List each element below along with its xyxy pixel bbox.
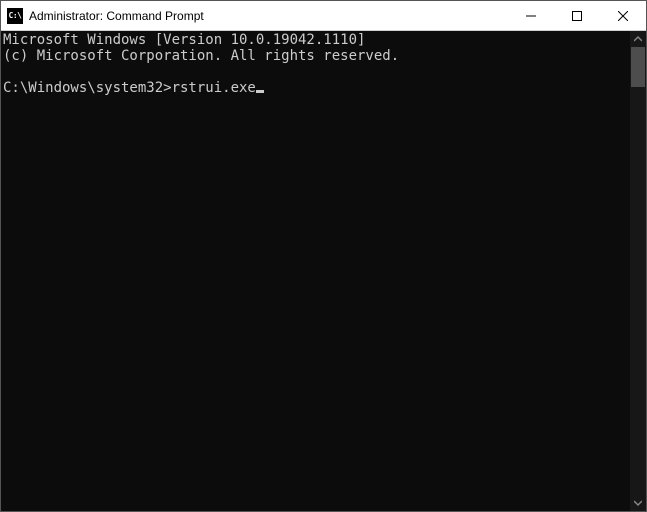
maximize-icon — [572, 11, 582, 21]
scroll-track[interactable] — [630, 47, 646, 495]
chevron-up-icon — [634, 35, 642, 43]
console-line-version: Microsoft Windows [Version 10.0.19042.11… — [3, 32, 365, 48]
command-prompt-icon: C:\ — [7, 8, 23, 24]
cursor-icon — [256, 90, 264, 93]
console-prompt: C:\Windows\system32> — [3, 80, 172, 96]
minimize-button[interactable] — [508, 1, 554, 30]
scroll-down-button[interactable] — [630, 495, 646, 511]
maximize-button[interactable] — [554, 1, 600, 30]
vertical-scrollbar[interactable] — [630, 31, 646, 511]
close-icon — [618, 11, 628, 21]
chevron-down-icon — [634, 499, 642, 507]
window-controls — [508, 1, 646, 30]
content-area: Microsoft Windows [Version 10.0.19042.11… — [1, 31, 646, 511]
close-button[interactable] — [600, 1, 646, 30]
console-command: rstrui.exe — [172, 80, 256, 96]
titlebar[interactable]: C:\ Administrator: Command Prompt — [1, 1, 646, 31]
window-title: Administrator: Command Prompt — [29, 9, 508, 23]
minimize-icon — [526, 11, 536, 21]
scroll-thumb[interactable] — [631, 47, 645, 87]
console-line-copyright: (c) Microsoft Corporation. All rights re… — [3, 48, 399, 64]
scroll-up-button[interactable] — [630, 31, 646, 47]
command-prompt-window: C:\ Administrator: Command Prompt Micros… — [0, 0, 647, 512]
console-output[interactable]: Microsoft Windows [Version 10.0.19042.11… — [1, 31, 630, 511]
